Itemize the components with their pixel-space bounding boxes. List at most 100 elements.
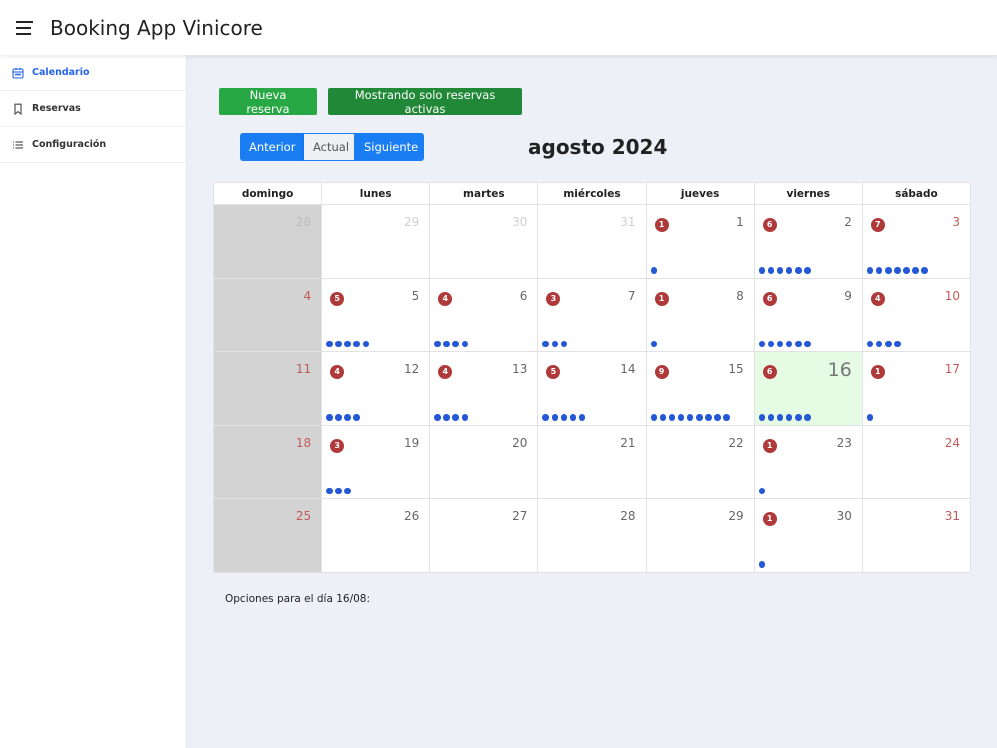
booking-dot[interactable]: [452, 414, 459, 421]
calendar-day-cell[interactable]: 1 23: [753, 424, 863, 499]
booking-dot[interactable]: [677, 414, 685, 421]
calendar-day-cell[interactable]: 1 17: [861, 351, 972, 426]
calendar-day-cell[interactable]: 28: [212, 204, 323, 279]
calendar-day-cell[interactable]: 20: [429, 424, 539, 499]
booking-dot[interactable]: [776, 414, 784, 421]
booking-dot[interactable]: [804, 340, 811, 347]
calendar-day-cell[interactable]: 29: [321, 204, 431, 279]
booking-dot[interactable]: [326, 340, 333, 347]
active-bookings-filter-button[interactable]: Mostrando solo reservas activas: [328, 88, 522, 116]
booking-dot[interactable]: [650, 414, 658, 421]
booking-dot[interactable]: [776, 267, 784, 274]
booking-dot[interactable]: [443, 414, 450, 421]
calendar-day-cell[interactable]: 3 19: [321, 424, 431, 499]
booking-dot[interactable]: [894, 267, 901, 274]
booking-dot[interactable]: [714, 414, 721, 421]
calendar-day-cell[interactable]: 1 30: [753, 498, 863, 573]
booking-dot[interactable]: [866, 414, 874, 421]
booking-dot[interactable]: [551, 340, 559, 347]
booking-dot[interactable]: [650, 267, 658, 274]
sidebar-item-calendario[interactable]: Calendario: [0, 55, 186, 91]
calendar-day-cell[interactable]: 31: [861, 498, 972, 573]
booking-dot[interactable]: [452, 340, 459, 347]
calendar-day-cell[interactable]: 69: [753, 277, 863, 352]
booking-dot[interactable]: [542, 340, 549, 347]
booking-dot[interactable]: [767, 340, 775, 347]
booking-dot[interactable]: [767, 267, 775, 274]
booking-dot[interactable]: [875, 340, 883, 347]
booking-dot[interactable]: [795, 414, 802, 421]
booking-dot[interactable]: [668, 414, 676, 421]
calendar-day-cell[interactable]: 73: [861, 204, 972, 279]
booking-dot[interactable]: [875, 267, 883, 274]
booking-dot[interactable]: [659, 414, 667, 421]
booking-dot[interactable]: [885, 340, 892, 347]
calendar-day-cell[interactable]: 18: [212, 424, 323, 499]
calendar-day-cell[interactable]: 31: [537, 204, 647, 279]
booking-dot[interactable]: [785, 414, 793, 421]
booking-dot[interactable]: [353, 340, 360, 347]
calendar-day-cell[interactable]: 28: [537, 498, 647, 573]
calendar-day-cell[interactable]: 26: [321, 498, 431, 573]
booking-dot[interactable]: [785, 340, 793, 347]
calendar-day-cell[interactable]: 4: [212, 277, 323, 352]
booking-dot[interactable]: [344, 414, 351, 421]
calendar-day-cell[interactable]: 37: [537, 277, 647, 352]
next-month-button[interactable]: Siguiente: [355, 133, 424, 161]
booking-dot[interactable]: [362, 340, 370, 347]
booking-dot[interactable]: [758, 340, 766, 347]
booking-dot[interactable]: [344, 340, 351, 347]
hamburger-menu-icon[interactable]: [16, 20, 36, 35]
booking-dot[interactable]: [795, 340, 802, 347]
booking-dot[interactable]: [569, 414, 577, 421]
calendar-day-cell[interactable]: 5 14: [537, 351, 647, 426]
booking-dot[interactable]: [758, 561, 766, 568]
booking-dot[interactable]: [758, 414, 766, 421]
calendar-day-cell[interactable]: 25: [212, 498, 323, 573]
booking-dot[interactable]: [866, 340, 874, 347]
booking-dot[interactable]: [560, 414, 568, 421]
calendar-day-cell[interactable]: 27: [429, 498, 539, 573]
booking-dot[interactable]: [650, 340, 658, 347]
booking-dot[interactable]: [758, 267, 766, 274]
booking-dot[interactable]: [696, 414, 703, 421]
booking-dot[interactable]: [804, 267, 811, 274]
booking-dot[interactable]: [335, 414, 342, 421]
calendar-day-cell[interactable]: 30: [429, 204, 539, 279]
calendar-day-cell[interactable]: 11: [212, 351, 323, 426]
booking-dot[interactable]: [326, 414, 333, 421]
previous-month-button[interactable]: Anterior: [240, 133, 303, 161]
calendar-day-cell[interactable]: 6 16: [753, 351, 863, 426]
booking-dot[interactable]: [921, 267, 928, 274]
calendar-day-cell[interactable]: 22: [645, 424, 755, 499]
calendar-day-cell[interactable]: 24: [861, 424, 972, 499]
booking-dot[interactable]: [434, 414, 441, 421]
calendar-day-cell[interactable]: 9 15: [645, 351, 755, 426]
booking-dot[interactable]: [353, 414, 360, 421]
calendar-day-cell[interactable]: 4 10: [861, 277, 972, 352]
calendar-day-cell[interactable]: 18: [645, 277, 755, 352]
booking-dot[interactable]: [686, 414, 694, 421]
booking-dot[interactable]: [443, 340, 450, 347]
booking-dot[interactable]: [767, 414, 775, 421]
booking-dot[interactable]: [723, 414, 730, 421]
booking-dot[interactable]: [885, 267, 892, 274]
booking-dot[interactable]: [335, 340, 342, 347]
booking-dot[interactable]: [912, 267, 919, 274]
booking-dot[interactable]: [866, 267, 874, 274]
booking-dot[interactable]: [461, 414, 469, 421]
calendar-day-cell[interactable]: 11: [645, 204, 755, 279]
booking-dot[interactable]: [894, 340, 901, 347]
calendar-day-cell[interactable]: 4 12: [321, 351, 431, 426]
booking-dot[interactable]: [804, 414, 811, 421]
booking-dot[interactable]: [434, 340, 441, 347]
sidebar-item-reservas[interactable]: Reservas: [0, 91, 186, 127]
booking-dot[interactable]: [335, 487, 342, 494]
booking-dot[interactable]: [461, 340, 469, 347]
calendar-day-cell[interactable]: 29: [645, 498, 755, 573]
booking-dot[interactable]: [776, 340, 784, 347]
booking-dot[interactable]: [758, 487, 766, 494]
sidebar-item-configuracion[interactable]: Configuración: [0, 127, 186, 163]
calendar-day-cell[interactable]: 55: [321, 277, 431, 352]
new-booking-button[interactable]: Nueva reserva: [219, 88, 317, 116]
